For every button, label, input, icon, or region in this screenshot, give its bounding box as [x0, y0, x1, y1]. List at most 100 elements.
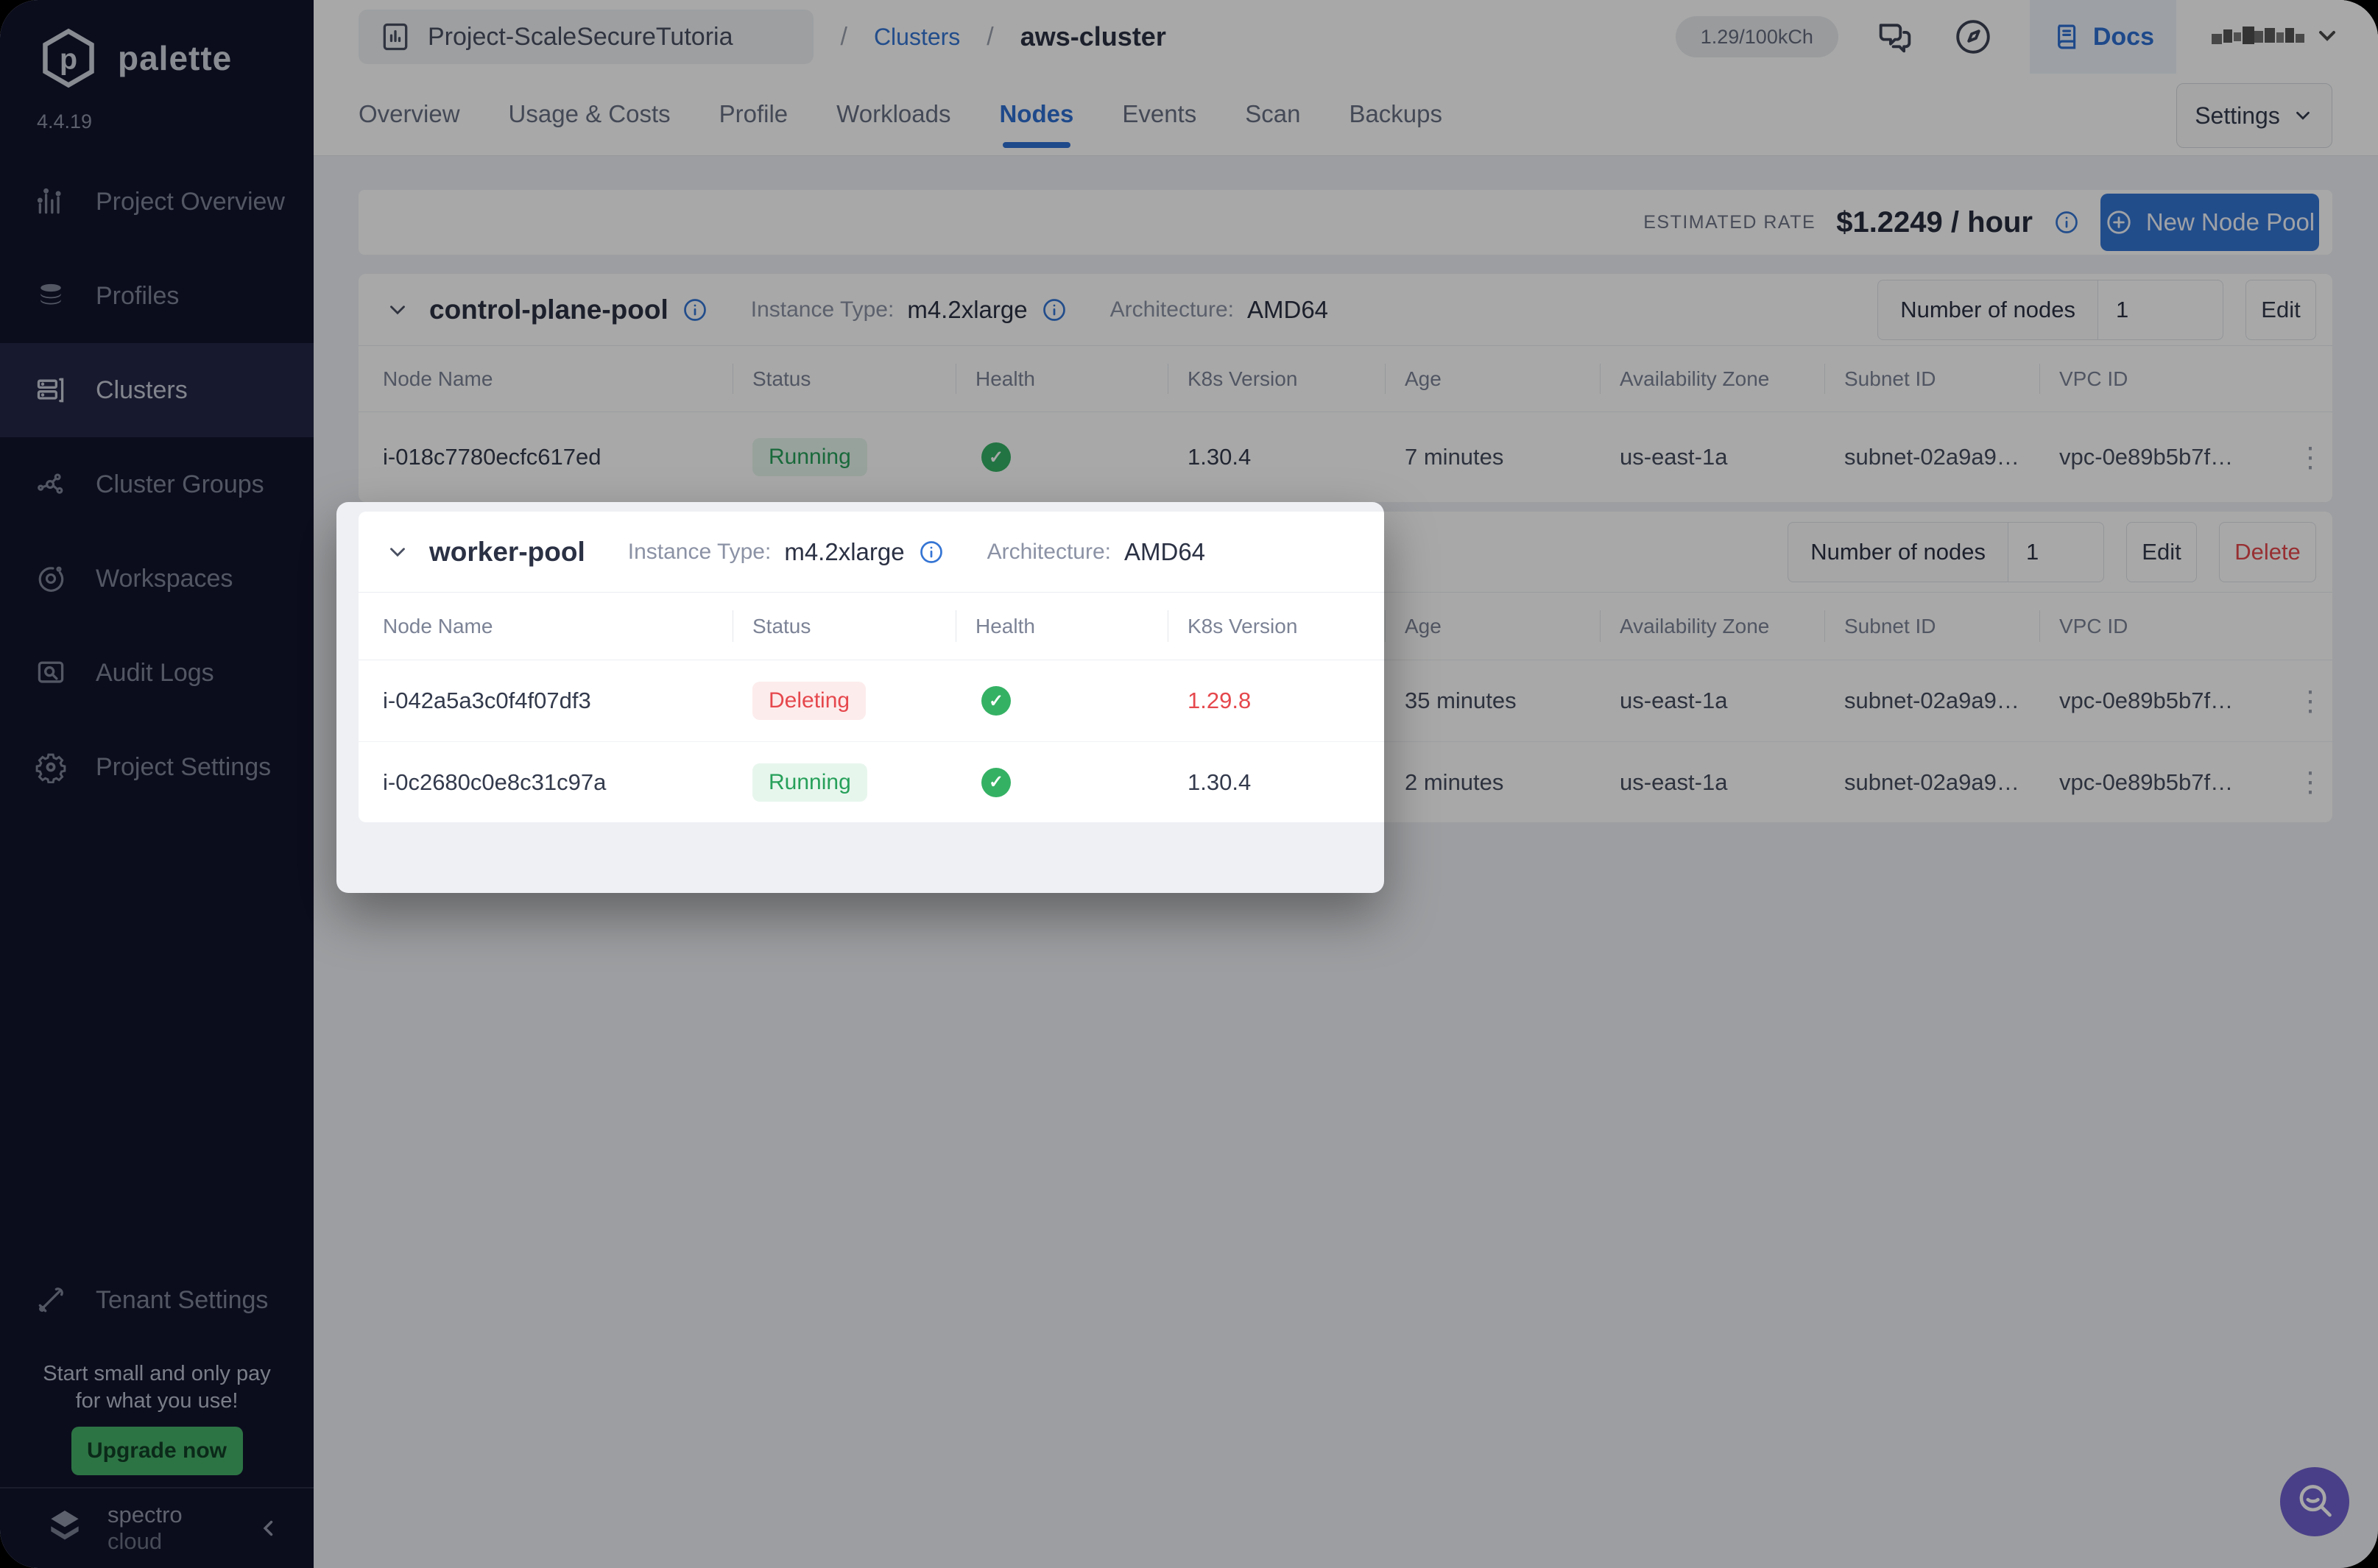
tab-scan[interactable]: Scan — [1245, 73, 1300, 155]
top-bar: Project-ScaleSecureTutoria / Clusters / … — [314, 0, 2378, 156]
architecture-value: AMD64 — [1247, 296, 1328, 324]
col-k8s-version: K8s Version — [1188, 593, 1405, 660]
orbit-icon — [34, 562, 68, 596]
collapse-pool-icon[interactable] — [385, 540, 410, 565]
tab-backups[interactable]: Backups — [1349, 73, 1442, 155]
edit-pool-button[interactable]: Edit — [2245, 280, 2316, 340]
sidebar-footer: spectro cloud — [0, 1487, 314, 1568]
tab-usage-costs[interactable]: Usage & Costs — [509, 73, 671, 155]
k8s-version: 1.29.8 — [1188, 688, 1405, 714]
tab-overview[interactable]: Overview — [359, 73, 460, 155]
k8s-version: 1.30.4 — [1188, 444, 1405, 470]
sidebar-item-cluster-groups[interactable]: Cluster Groups — [0, 437, 314, 532]
nodes-page: ESTIMATED RATE $1.2249 / hour New Node P… — [314, 156, 2378, 1568]
chevron-down-icon — [2292, 105, 2314, 127]
usage-quota-badge: 1.29/100kCh — [1676, 16, 1838, 57]
col-status: Status — [752, 593, 975, 660]
architecture-value: AMD64 — [1124, 538, 1205, 566]
docs-button[interactable]: Docs — [2030, 0, 2176, 74]
tab-events[interactable]: Events — [1122, 73, 1196, 155]
breadcrumb-clusters-link[interactable]: Clusters — [874, 24, 960, 51]
bar-chart-icon — [34, 185, 68, 219]
info-icon[interactable] — [918, 539, 945, 565]
subnet-id: subnet-02a9a9… — [1844, 688, 2059, 714]
sidebar-item-audit-logs[interactable]: Audit Logs — [0, 626, 314, 720]
feedback-button[interactable] — [2280, 1467, 2349, 1536]
estimated-rate-bar: ESTIMATED RATE $1.2249 / hour New Node P… — [359, 190, 2332, 255]
tab-workloads[interactable]: Workloads — [836, 73, 950, 155]
sidebar-item-project-settings[interactable]: Project Settings — [0, 720, 314, 814]
sidebar-item-workspaces[interactable]: Workspaces — [0, 532, 314, 626]
estimated-rate-value: $1.2249 / hour — [1836, 206, 2033, 239]
number-of-nodes-label: Number of nodes — [1877, 280, 2098, 340]
number-of-nodes-label: Number of nodes — [1788, 522, 2008, 582]
sidebar-item-label: Project Settings — [96, 753, 271, 782]
user-menu[interactable] — [2212, 18, 2351, 56]
brand-name: palette — [118, 38, 232, 78]
sidebar-item-tenant-settings[interactable]: Tenant Settings — [0, 1253, 314, 1347]
footer-brand: spectro cloud — [107, 1502, 237, 1555]
sidebar-item-project-overview[interactable]: Project Overview — [0, 155, 314, 249]
tab-nodes[interactable]: Nodes — [999, 73, 1073, 155]
status-badge: Running — [752, 438, 867, 476]
pool-name: worker-pool — [429, 537, 585, 568]
new-node-pool-button[interactable]: New Node Pool — [2100, 194, 2319, 251]
sidebar-nav: Project Overview Profiles Clusters Clust… — [0, 155, 314, 814]
col-health: Health — [975, 346, 1188, 412]
header-actions: 1.29/100kCh Docs — [1676, 0, 2351, 74]
compass-icon[interactable] — [1952, 15, 1994, 58]
number-of-nodes-input[interactable]: 1 — [2008, 522, 2104, 582]
tab-profile[interactable]: Profile — [719, 73, 788, 155]
network-icon — [34, 467, 68, 501]
collapse-pool-icon[interactable] — [385, 297, 410, 322]
number-of-nodes-input[interactable]: 1 — [2098, 280, 2223, 340]
pool-actions: Number of nodes 1 Edit — [1877, 280, 2316, 340]
col-availability-zone: Availability Zone — [1620, 346, 1844, 412]
availability-zone: us-east-1a — [1620, 688, 1844, 714]
node-row: i-0c2680c0e8c31c97a Running ✓ 1.30.4 2 m… — [359, 741, 2332, 822]
col-node-name: Node Name — [383, 346, 752, 412]
collapse-sidebar-icon[interactable] — [256, 1516, 281, 1541]
sidebar-item-label: Audit Logs — [96, 659, 214, 688]
control-plane-pool-card: control-plane-pool Instance Type: m4.2xl… — [359, 274, 2332, 502]
node-age: 2 minutes — [1405, 769, 1620, 796]
sidebar-item-clusters[interactable]: Clusters — [0, 343, 314, 437]
col-node-name: Node Name — [383, 593, 752, 660]
cluster-tabs: Overview Usage & Costs Profile Workloads… — [359, 73, 1442, 155]
health-ok-icon: ✓ — [981, 442, 1011, 472]
settings-button[interactable]: Settings — [2176, 83, 2332, 148]
upgrade-now-button[interactable]: Upgrade now — [71, 1427, 243, 1475]
upgrade-promo-text: Start small and only pay for what you us… — [0, 1360, 314, 1415]
delete-pool-button[interactable]: Delete — [2219, 522, 2316, 582]
node-age: 7 minutes — [1405, 444, 1620, 470]
pool-header: control-plane-pool Instance Type: m4.2xl… — [359, 274, 2332, 346]
row-menu-button[interactable]: ⋮ — [2288, 441, 2332, 474]
sidebar-item-label: Profiles — [96, 282, 179, 311]
info-icon[interactable] — [2053, 209, 2080, 236]
chat-icon[interactable] — [1874, 15, 1916, 58]
col-availability-zone: Availability Zone — [1620, 593, 1844, 660]
col-vpc-id: VPC ID — [2059, 346, 2288, 412]
subnet-id: subnet-02a9a9… — [1844, 444, 2059, 470]
info-icon[interactable] — [1041, 297, 1068, 323]
col-subnet-id: Subnet ID — [1844, 346, 2059, 412]
info-icon[interactable] — [682, 297, 708, 323]
sidebar-item-profiles[interactable]: Profiles — [0, 249, 314, 343]
architecture-label: Architecture: — [1110, 297, 1234, 322]
gear-icon — [34, 750, 68, 784]
sidebar-item-label: Clusters — [96, 376, 188, 405]
clusters-icon — [34, 373, 68, 407]
breadcrumb-separator: / — [987, 23, 993, 52]
node-name: i-018c7780ecfc617ed — [383, 444, 752, 470]
k8s-version: 1.30.4 — [1188, 769, 1405, 796]
row-menu-button[interactable]: ⋮ — [2288, 766, 2332, 799]
table-header-row: Node Name Status Health K8s Version Age … — [359, 346, 2332, 412]
table-header-row: Node Name Status Health K8s Version Age … — [359, 593, 2332, 660]
app-window: p palette 4.4.19 Project Overview Profil… — [0, 0, 2378, 1568]
row-menu-button[interactable]: ⋮ — [2288, 685, 2332, 718]
col-health: Health — [975, 593, 1188, 660]
svg-text:p: p — [60, 43, 77, 75]
breadcrumb-project[interactable]: Project-ScaleSecureTutoria — [359, 10, 814, 64]
edit-pool-button[interactable]: Edit — [2126, 522, 2197, 582]
logo-block: p palette 4.4.19 — [0, 0, 314, 155]
